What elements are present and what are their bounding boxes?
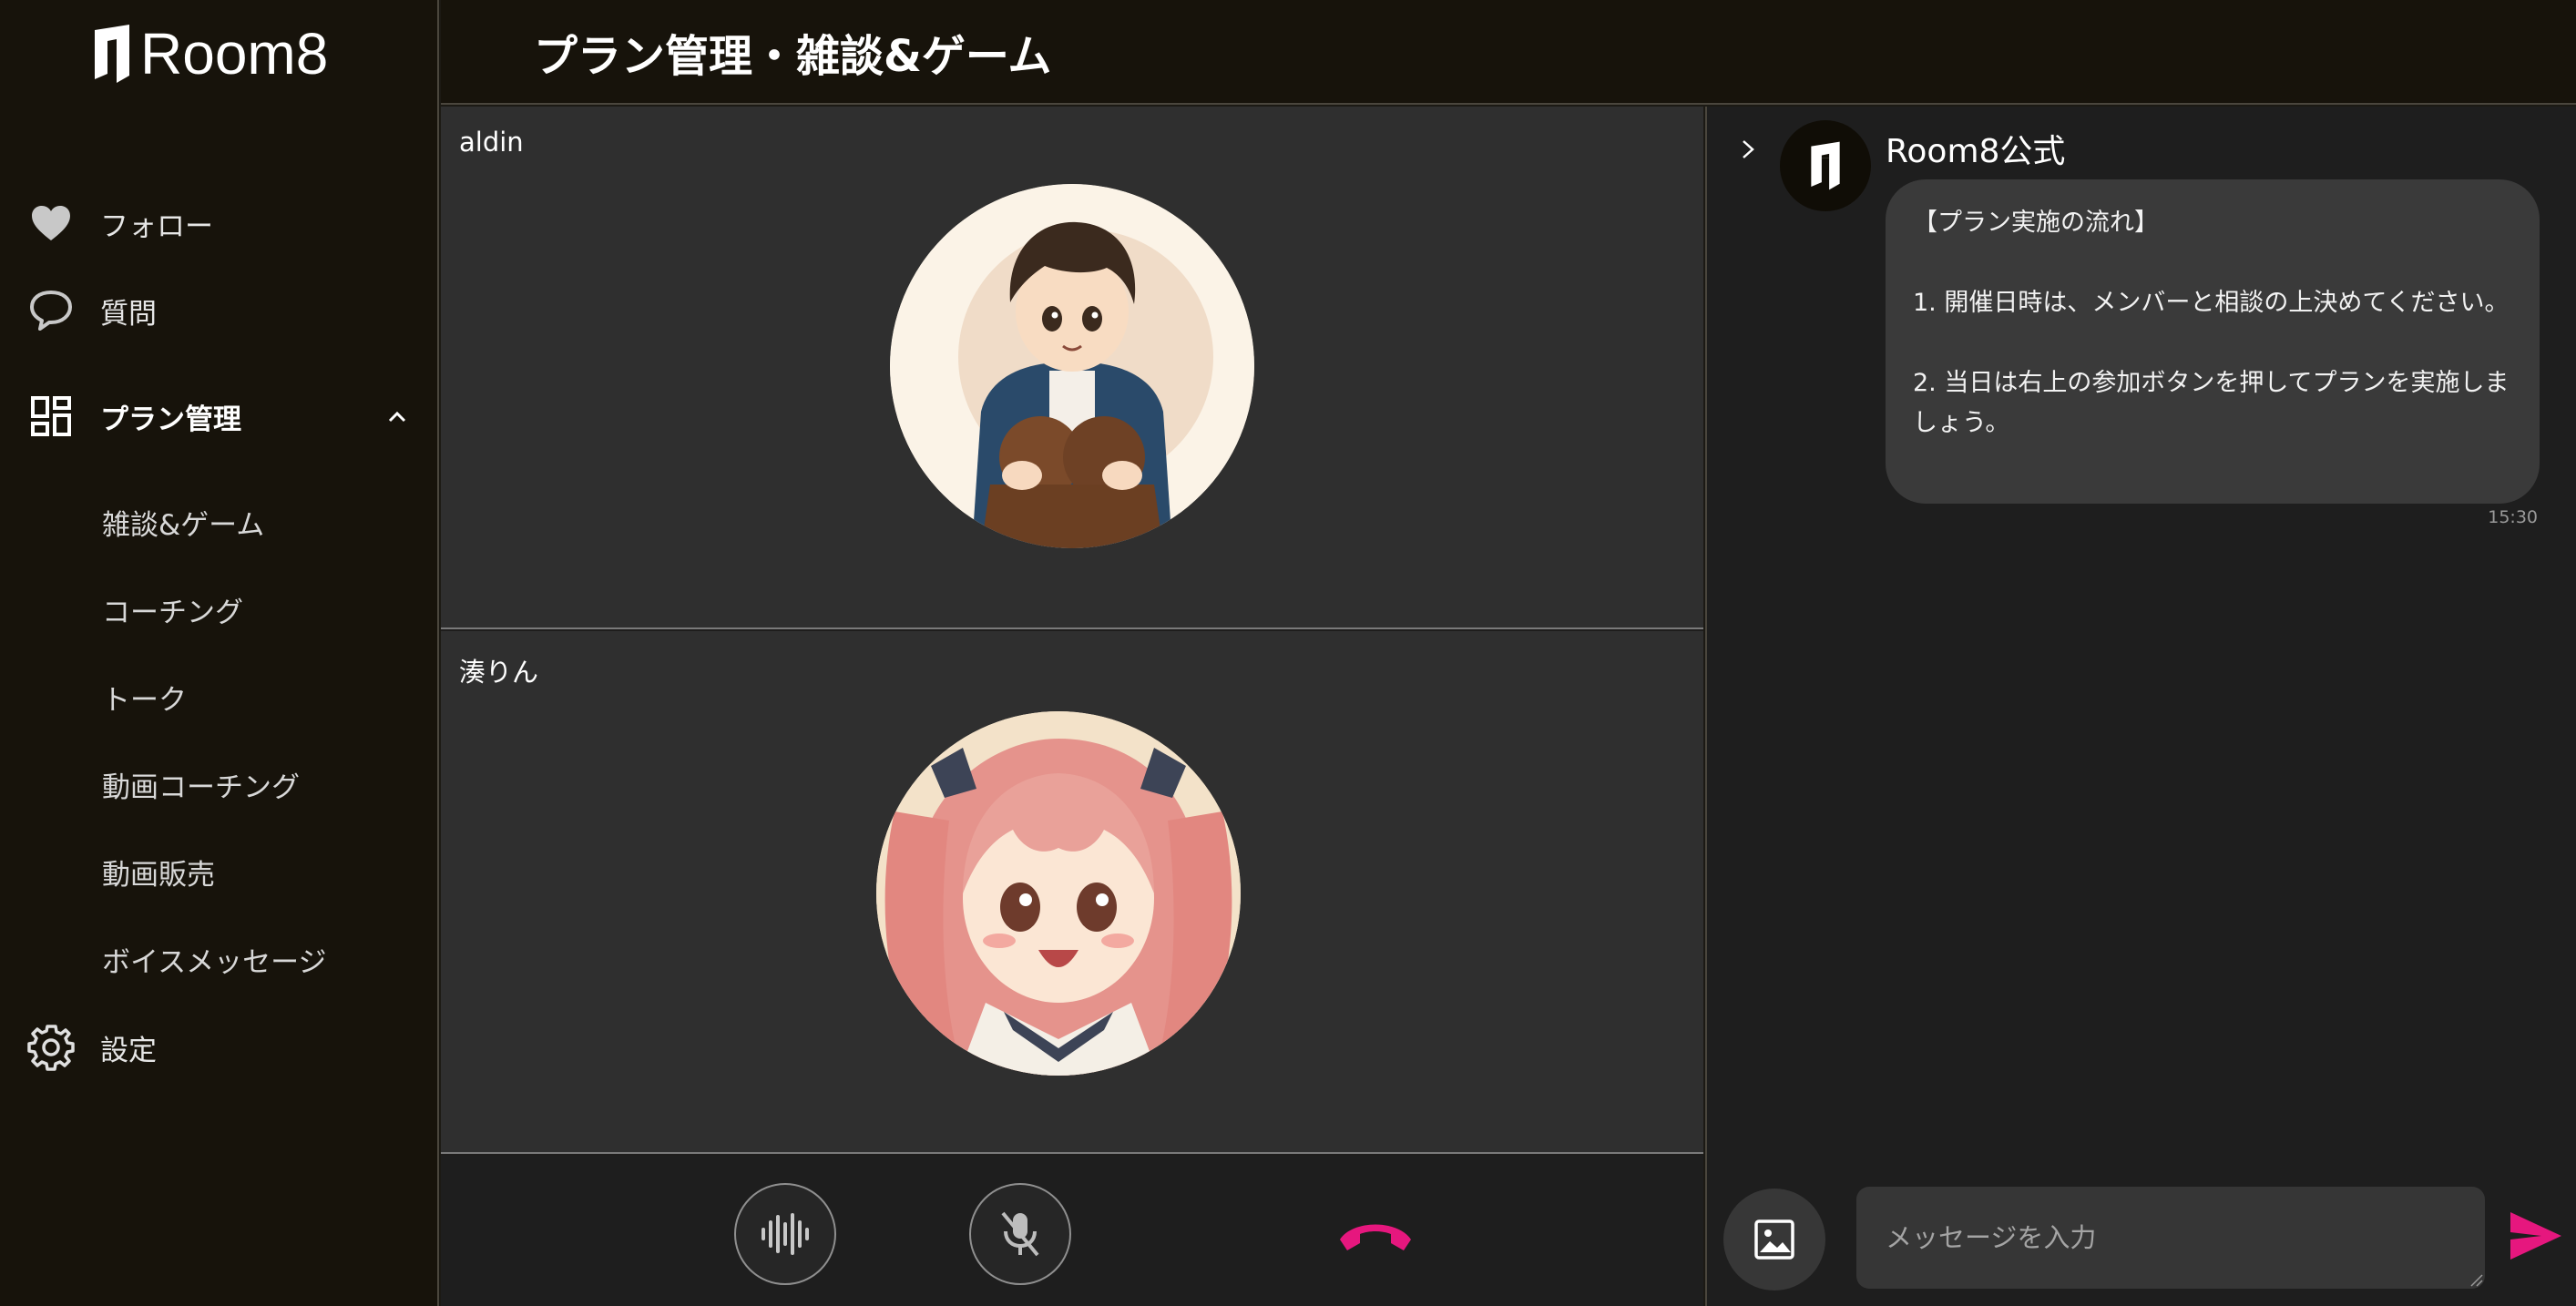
sidebar: Room8 フォロー 質問 プラン管理 雑談&ゲーム コーチング トーク 動画コ… [0,0,439,1306]
chat-panel: Room8公式 【プラン実施の流れ】 1. 開催日時は、メンバーと相談の上決めて… [1705,107,2576,1306]
logo[interactable]: Room8 [89,22,328,86]
audio-waveform-button[interactable] [734,1183,836,1285]
participant-tile: 湊りん [441,631,1703,1154]
chevron-up-icon[interactable] [381,401,414,434]
image-icon [1754,1219,1794,1260]
participant-name: 湊りん [459,657,539,688]
logo-text: Room8 [140,21,329,87]
send-icon[interactable] [2507,1207,2565,1265]
message-bubble: 【プラン実施の流れ】 1. 開催日時は、メンバーと相談の上決めてください。 2.… [1886,179,2540,504]
sidebar-item-settings[interactable]: 設定 [26,1020,157,1075]
page-title: プラン管理・雑談&ゲーム [534,31,1052,82]
app-root: Room8 フォロー 質問 プラン管理 雑談&ゲーム コーチング トーク 動画コ… [0,0,2576,1306]
sidebar-item-label: 設定 [100,1034,157,1067]
submenu-item-coaching[interactable]: コーチング [102,587,243,632]
sender-name: Room8公式 [1886,133,2066,170]
speech-bubble-icon [26,285,77,336]
message-input[interactable] [1856,1187,2485,1289]
attach-image-button[interactable] [1723,1189,1825,1291]
gear-icon [26,1022,77,1073]
avatar [1780,120,1871,211]
dashboard-icon [26,391,77,442]
resize-grip-icon[interactable] [2469,1272,2483,1287]
submenu-item-video-coaching[interactable]: 動画コーチング [102,761,300,807]
video-area: aldin 湊りん [441,107,1703,1306]
mute-button[interactable] [969,1183,1071,1285]
hang-up-button[interactable] [1324,1183,1426,1285]
call-controls [441,1156,1703,1306]
header: プラン管理・雑談&ゲーム [441,0,2576,105]
submenu-item-video-sales[interactable]: 動画販売 [102,849,215,894]
submenu-item-chat-game[interactable]: 雑談&ゲーム [102,499,264,545]
message-timestamp: 15:30 [2488,507,2538,527]
mic-off-icon [1001,1211,1039,1257]
sidebar-item-label: プラン管理 [100,403,241,436]
sidebar-item-question[interactable]: 質問 [26,283,157,338]
heart-icon [26,198,77,249]
participant-name: aldin [459,127,524,158]
sidebar-item-label: フォロー [100,209,213,243]
sidebar-item-follow[interactable]: フォロー [26,196,213,250]
girl-avatar-icon [876,711,1241,1076]
audio-waveform-icon [762,1213,809,1255]
room8-logo-icon [95,25,129,83]
chevron-right-icon[interactable] [1734,136,1762,163]
submenu-item-talk[interactable]: トーク [102,674,187,719]
sidebar-item-label: 質問 [100,297,157,331]
room8-logo-icon [1811,141,1840,190]
submenu-item-voice-message[interactable]: ボイスメッセージ [102,936,326,982]
boy-avatar-icon [890,184,1254,548]
sidebar-item-plan-management[interactable]: プラン管理 [26,389,241,444]
participant-tile: aldin [441,107,1703,629]
hang-up-icon [1340,1224,1411,1250]
